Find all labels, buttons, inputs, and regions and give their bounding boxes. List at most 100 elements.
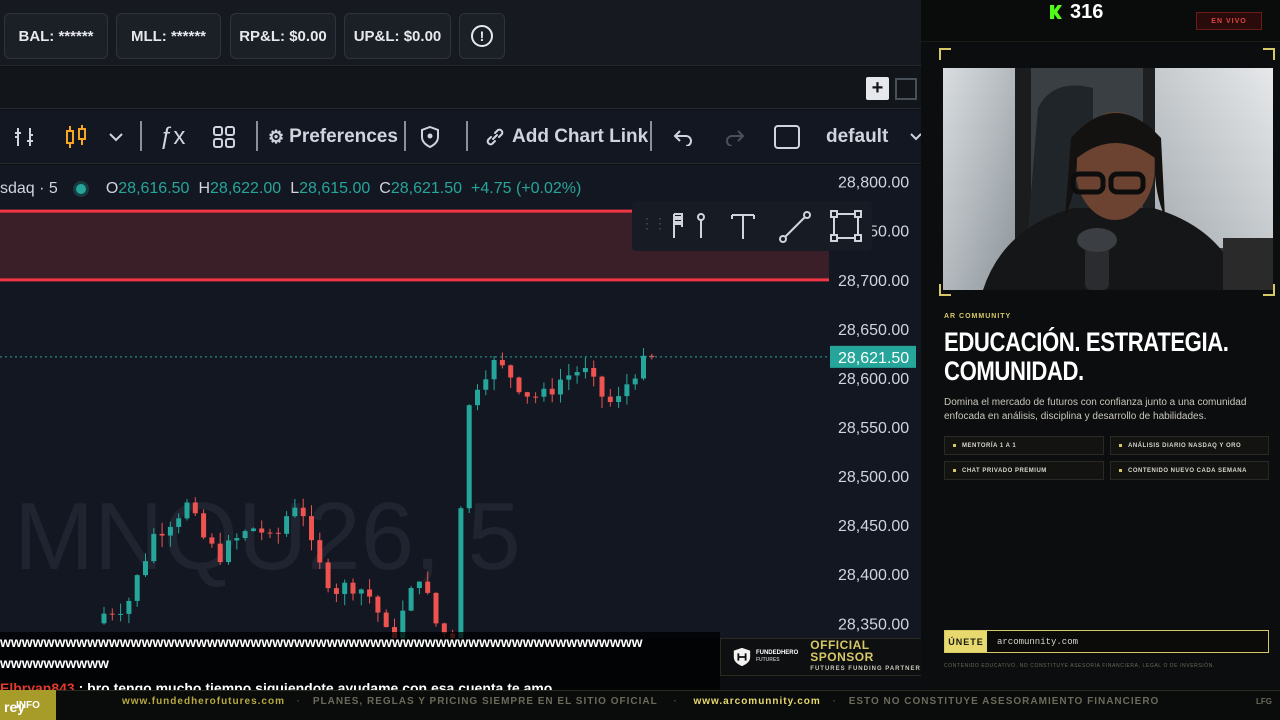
candle-body [499,359,505,366]
candle-body [118,613,124,615]
add-chart-link-button[interactable]: Add Chart Link [484,110,648,164]
shield-button[interactable] [420,110,440,164]
frame-corner [939,48,951,60]
candle-body [184,502,190,519]
ohlc-legend: sdaq · 5 O 28,616.50 H 28,622.00 L 28,61… [0,178,581,200]
candle-body [217,543,223,563]
promo-title: EDUCACIÓN. ESTRATEGIA. COMUNIDAD. [944,327,1229,386]
candle-body [632,378,638,385]
add-panel-button[interactable]: + [866,77,889,100]
toolbar-divider [404,121,406,151]
promo-description: Domina el mercado de futuros con confian… [944,397,1247,422]
candle-body [641,355,646,379]
candle-body [275,532,281,534]
candle-body [607,396,613,403]
candle-body [333,588,339,594]
candle-body [234,538,240,541]
price-tick-label: 28,650.00 [838,322,909,339]
sponsor-banner: FUNDEDHERO FUTURES OFFICIAL SPONSOR FUTU… [720,638,926,676]
preferences-label: Preferences [289,126,398,147]
realized-pnl-pill[interactable]: RP&L: $0.00 [230,13,336,59]
candle-body [408,588,414,611]
join-button[interactable]: ÚNETE [945,631,987,652]
candle-body [458,508,464,638]
candle-body [375,596,381,613]
grid-icon [213,126,235,148]
frame-corner [1263,48,1275,60]
candle-body [226,540,231,563]
open-value: 28,616.50 [118,180,190,197]
candle-body [350,582,356,594]
candle-body [508,365,514,378]
promo-title-line: COMUNIDAD. [944,356,1084,386]
candle-body [259,528,265,533]
sponsor-logo-bottom: FUTURES [755,657,780,663]
candle-body [574,372,580,376]
ticker-text-2: ESTO NO CONSTITUYE ASESORAMIENTO FINANCI… [848,696,1160,707]
sponsor-logo-text: FUNDEDHERO FUTURES [756,650,798,664]
candle-body [541,388,547,397]
undo-button[interactable] [672,110,694,164]
toolbar-divider [650,121,652,151]
ticker-text-1: PLANES, REGLAS Y PRICING SIEMPRE EN EL S… [312,696,658,707]
redo-icon [726,130,745,146]
drag-handle-icon[interactable]: ⋮⋮ [640,215,667,232]
candle-body [167,526,173,536]
candle-body [134,575,140,601]
indicators-button[interactable]: ƒx [160,110,185,164]
sponsor-title: OFFICIAL SPONSOR [810,638,874,664]
fullscreen-button[interactable] [774,110,800,164]
templates-button[interactable] [212,110,236,164]
candle-body [533,396,539,398]
candle-body [325,562,331,589]
fundedhero-shield-icon [733,647,751,667]
join-bar[interactable]: ÚNETE arcomunnity.com [944,630,1269,653]
feature-label: CHAT PRIVADO PREMIUM [962,467,1047,474]
compare-symbol-button[interactable] [12,110,36,164]
high-label: H [198,180,211,197]
candle-body [101,613,107,624]
layout-dropdown[interactable] [910,110,921,164]
price-tick-label: 28,600.00 [838,371,909,388]
promo-title-line: EDUCACIÓN. ESTRATEGIA. [944,327,1229,357]
drawing-toolbar: ⋮⋮ [632,201,872,251]
price-tick-label: 28,800.00 [838,175,909,192]
candle-body [425,581,431,593]
compare-icon [15,128,33,146]
chevron-down-icon [109,133,123,142]
feature-label: ANÁLISIS DIARIO NASDAQ Y ORO [1128,442,1242,449]
chart-type-dropdown[interactable] [108,110,124,164]
candle-body [209,537,215,544]
rectangle-tool-icon[interactable] [830,210,862,242]
trend-line-icon[interactable] [778,210,812,244]
flag-icon[interactable] [668,210,708,242]
redo-button[interactable] [724,110,746,164]
streamer-video [943,68,1273,290]
maximize-panel-button[interactable] [895,78,917,100]
candle-body [292,507,298,517]
chart-type-button[interactable] [64,110,88,164]
unrealized-pnl-pill[interactable]: UP&L: $0.00 [344,13,451,59]
alert-circle-icon: ! [471,25,493,47]
candle-body [250,528,256,532]
candle-body [358,589,364,594]
preferences-button[interactable]: ⚙ Preferences [268,110,398,164]
price-tick-label: 28,700.00 [838,273,909,290]
candle-body [591,367,597,377]
text-tool-icon[interactable] [730,212,756,240]
candle-body [242,531,248,539]
candle-body [109,613,115,615]
link-icon [486,128,504,146]
candles-icon [66,125,86,148]
ticker-site-1: www.fundedherofutures.com [122,696,285,707]
mll-pill[interactable]: MLL: ****** [116,13,221,59]
candle-body [159,533,165,536]
chat-message: wwwwwwwwww [0,655,109,671]
layout-select[interactable]: default [826,110,888,164]
balance-pill[interactable]: BAL: ****** [4,13,108,59]
join-url[interactable]: arcomunnity.com [987,637,1078,647]
candle-body [491,359,497,380]
candle-body [284,516,290,534]
low-label: L [290,180,300,197]
alert-button[interactable]: ! [459,13,505,59]
